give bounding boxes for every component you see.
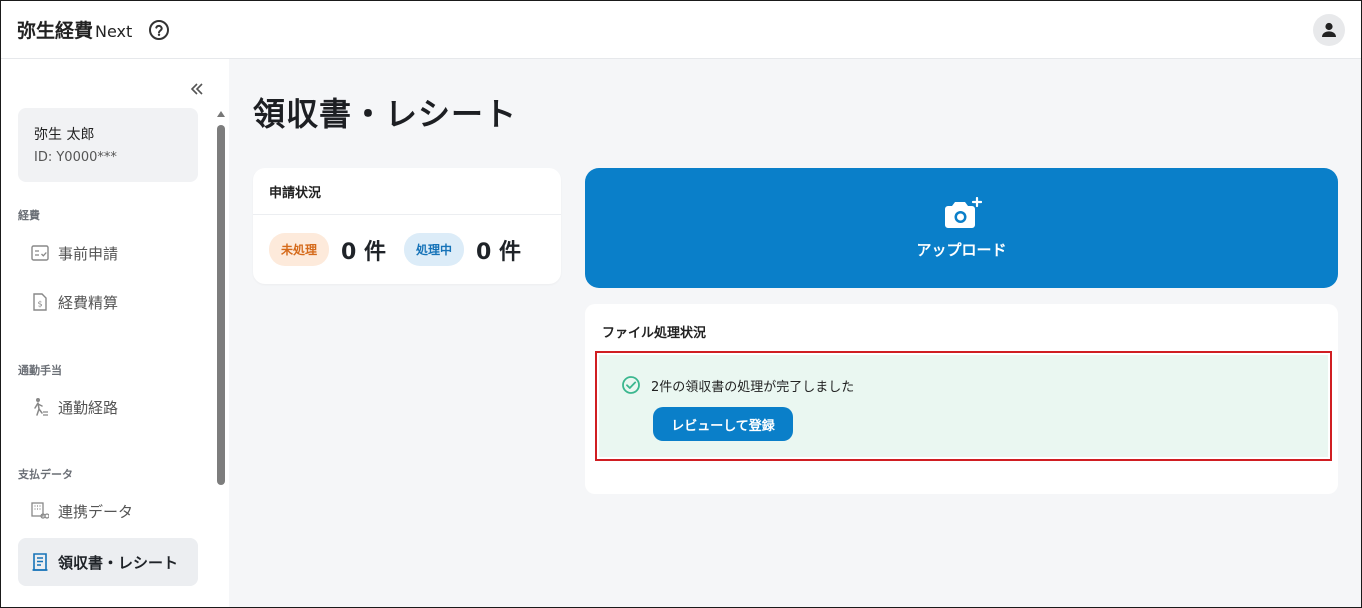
sidebar-item-label: 領収書・レシート — [58, 553, 179, 572]
expense-document-icon: $ — [30, 292, 50, 312]
sidebar-item-linked-data[interactable]: 連携データ — [18, 487, 198, 535]
scrollbar-up-arrow[interactable] — [217, 111, 225, 117]
sidebar-item-pre-application[interactable]: 事前申請 — [18, 229, 198, 277]
highlight-frame: 2件の領収書の処理が完了しました レビューして登録 — [595, 351, 1332, 461]
help-circle-icon[interactable] — [148, 19, 170, 41]
app-title[interactable]: 弥生経費 Next — [17, 16, 132, 43]
page-title: 領収書・レシート — [253, 95, 518, 133]
user-card: 弥生 太郎 ID: Y0000*** — [18, 108, 198, 182]
user-name: 弥生 太郎 — [34, 127, 95, 143]
linked-data-icon — [30, 501, 50, 521]
person-icon — [1322, 22, 1336, 37]
svg-text:$: $ — [37, 300, 42, 309]
section-label-commute: 通勤手当 — [18, 364, 62, 377]
success-notification: 2件の領収書の処理が完了しました レビューして登録 — [599, 355, 1328, 457]
sidebar-item-label: 事前申請 — [58, 244, 119, 263]
pre-application-icon — [30, 243, 50, 263]
processing-badge: 処理中 — [403, 233, 464, 266]
section-label-payment-data: 支払データ — [18, 468, 73, 481]
pending-count: 0 件 — [341, 239, 386, 265]
pending-badge: 未処理 — [269, 233, 330, 266]
check-circle-icon — [621, 375, 641, 395]
sidebar-item-receipts[interactable]: 領収書・レシート — [18, 538, 198, 586]
review-and-register-button[interactable]: レビューして登録 — [653, 407, 793, 441]
app-title-suffix: Next — [95, 22, 133, 41]
processing-count: 0 件 — [476, 239, 521, 265]
upload-label: アップロード — [916, 240, 1007, 259]
walking-person-icon — [30, 397, 50, 417]
sidebar-item-commute-route[interactable]: 通勤経路 — [18, 383, 198, 431]
camera-plus-icon — [944, 196, 982, 228]
success-message: 2件の領収書の処理が完了しました — [651, 379, 855, 395]
app-title-main: 弥生経費 — [17, 20, 94, 42]
sidebar-item-label: 連携データ — [58, 502, 134, 521]
status-card-title: 申請状況 — [253, 168, 561, 215]
receipt-icon — [30, 552, 50, 572]
sidebar-item-expense-settlement[interactable]: $ 経費精算 — [18, 278, 198, 326]
file-processing-status-card: ファイル処理状況 2件の領収書の処理が完了しました レビューして登録 — [585, 304, 1338, 494]
sidebar-scrollbar[interactable] — [217, 125, 225, 485]
avatar[interactable] — [1313, 14, 1345, 46]
chevrons-left-icon[interactable] — [187, 79, 207, 99]
application-status-card: 申請状況 未処理 0 件 処理中 0 件 — [253, 168, 561, 284]
section-label-expense: 経費 — [18, 209, 40, 222]
status-row: 未処理 0 件 処理中 0 件 — [253, 215, 561, 266]
sidebar-item-label: 通勤経路 — [58, 398, 119, 417]
upload-button[interactable]: アップロード — [585, 168, 1338, 288]
file-status-title: ファイル処理状況 — [602, 326, 707, 341]
success-message-row: 2件の領収書の処理が完了しました — [621, 375, 854, 395]
sidebar-item-label: 経費精算 — [58, 293, 119, 312]
main-content: 領収書・レシート 申請状況 未処理 0 件 処理中 0 件 アップロード ファイ… — [229, 59, 1361, 607]
user-id: ID: Y0000*** — [34, 150, 117, 165]
sidebar: 弥生 太郎 ID: Y0000*** 経費 事前申請 $ 経費精算 通勤手当 通… — [1, 59, 229, 607]
app-header: 弥生経費 Next — [1, 1, 1361, 59]
